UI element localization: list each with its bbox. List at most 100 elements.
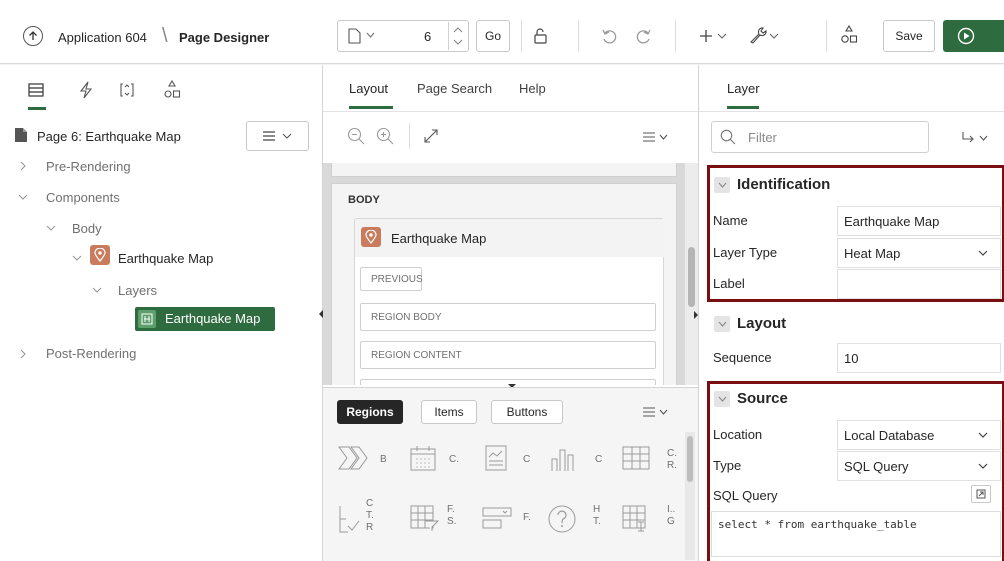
highlight-identification (707, 165, 1004, 302)
breadcrumb-separator: \ (162, 25, 168, 47)
help-text-icon[interactable] (547, 504, 577, 534)
sequence-field[interactable]: 10 (837, 343, 1001, 373)
divider (323, 111, 698, 112)
tree-node-earthquake-map-region[interactable]: Earthquake Map (118, 251, 213, 266)
wrench-menu-icon[interactable] (748, 25, 780, 45)
go-button[interactable]: Go (476, 20, 510, 52)
gallery-item-label: F. (523, 512, 531, 523)
faceted-search-icon[interactable] (409, 504, 439, 532)
top-toolbar: Application 604 \ Page Designer 6 Go Sav… (0, 0, 1004, 64)
active-tab-indicator (349, 106, 393, 109)
page-menu-button[interactable] (246, 121, 309, 151)
zoom-in-icon[interactable] (376, 127, 394, 145)
go-to-group-icon[interactable] (961, 131, 991, 145)
section-layout-title[interactable]: Layout (737, 315, 786, 332)
divider (826, 20, 827, 52)
gallery-item-label: C (595, 454, 603, 465)
interactive-grid-icon[interactable] (621, 504, 651, 532)
sequence-label: Sequence (713, 350, 772, 365)
tree-node-layers[interactable]: Layers (118, 283, 157, 298)
gallery-item-label: B (380, 454, 387, 465)
save-button[interactable]: Save (883, 20, 935, 52)
checklist-icon[interactable] (337, 504, 361, 534)
scrollbar-thumb[interactable] (687, 436, 693, 482)
run-page-button[interactable] (943, 20, 1004, 52)
chevron-down-icon[interactable] (46, 225, 56, 232)
chevron-down-icon[interactable] (18, 194, 28, 201)
dynamic-actions-tab-icon[interactable] (79, 81, 93, 99)
tree-node-post-rendering[interactable]: Post-Rendering (46, 346, 136, 361)
region-card[interactable]: Earthquake Map PREVIOUS REGION BODY REGI… (354, 218, 665, 385)
chevron-right-icon[interactable] (20, 349, 27, 359)
undo-icon[interactable] (600, 26, 620, 46)
slot-region-body[interactable]: REGION BODY (360, 303, 656, 331)
card-icon[interactable] (483, 444, 509, 472)
tree-node-pre-rendering[interactable]: Pre-Rendering (46, 159, 131, 174)
processing-tab-icon[interactable] (118, 81, 136, 99)
chevron-down-icon[interactable] (92, 287, 102, 294)
layout-menu-icon[interactable] (641, 131, 669, 143)
calendar-icon[interactable] (409, 444, 437, 472)
page-title[interactable]: Page 6: Earthquake Map (37, 129, 181, 144)
breadcrumb-application[interactable]: Application 604 (58, 30, 147, 45)
tree-node-body[interactable]: Body (72, 221, 102, 236)
tab-layout[interactable]: Layout (349, 81, 388, 96)
filter-input[interactable]: Filter (711, 121, 929, 153)
tab-page-search[interactable]: Page Search (417, 81, 492, 96)
active-tab-indicator (727, 106, 759, 109)
page-icon (14, 127, 28, 143)
tab-help[interactable]: Help (519, 81, 546, 96)
page-stepper[interactable] (448, 22, 466, 50)
gallery-item-label: S. (447, 516, 457, 527)
divider (675, 20, 676, 52)
divider (409, 123, 410, 149)
active-tab-indicator (28, 107, 46, 110)
search-icon (720, 129, 736, 145)
divider (578, 20, 579, 52)
chart-icon[interactable] (549, 444, 579, 472)
gallery-item-label: C (366, 498, 374, 509)
divider (521, 20, 522, 52)
scrollbar-thumb[interactable] (688, 247, 695, 307)
collapse-section-icon[interactable] (714, 316, 730, 332)
body-slot[interactable]: BODY Earthquake Map PREVIOUS REGION BODY… (331, 183, 677, 385)
gallery-item-label: T. (366, 510, 374, 521)
selected-layer-label: Earthquake Map (165, 311, 261, 326)
add-menu-icon[interactable] (700, 28, 730, 44)
up-arrow-icon[interactable] (23, 26, 43, 46)
shared-components-icon[interactable] (838, 24, 860, 46)
unlock-icon[interactable] (530, 26, 550, 46)
slot-previous[interactable]: PREVIOUS (360, 267, 423, 291)
region-title: Earthquake Map (391, 231, 487, 246)
rendering-tab-icon[interactable] (28, 83, 44, 97)
chevron-down-icon[interactable] (72, 255, 82, 262)
tab-layer[interactable]: Layer (727, 81, 760, 96)
page-icon[interactable] (348, 28, 361, 44)
breadcrumb-region-icon[interactable] (337, 445, 371, 471)
tree-node-components[interactable]: Components (46, 190, 120, 205)
gallery-item-label: R. (667, 460, 677, 471)
classic-report-icon[interactable] (621, 445, 651, 471)
gallery-tab-regions[interactable]: Regions (337, 400, 403, 424)
gallery-item-label: T. (593, 516, 601, 527)
chevron-right-icon[interactable] (20, 161, 27, 171)
tree-node-earthquake-map-layer[interactable]: Earthquake Map (135, 307, 275, 331)
redo-icon[interactable] (633, 26, 653, 46)
page-number-input[interactable]: 6 (424, 29, 431, 44)
expand-icon[interactable] (423, 128, 439, 144)
gallery-menu-icon[interactable] (641, 406, 669, 418)
gallery-tab-buttons[interactable]: Buttons (491, 400, 563, 424)
gallery-scrollbar[interactable] (685, 432, 695, 560)
filter-placeholder: Filter (748, 130, 777, 145)
rendering-tree-panel: Page 6: Earthquake Map Pre-Rendering Com… (0, 65, 323, 561)
gallery-tab-items[interactable]: Items (421, 400, 477, 424)
shared-components-tab-icon[interactable] (162, 80, 182, 100)
divider (699, 111, 1004, 112)
chevron-down-icon[interactable] (366, 32, 375, 38)
slot-region-content[interactable]: REGION CONTENT (360, 341, 656, 369)
canvas-scrollbar[interactable] (685, 163, 698, 385)
previous-region-edge (331, 163, 677, 177)
zoom-out-icon[interactable] (347, 127, 365, 145)
form-icon[interactable] (481, 506, 513, 532)
map-region-icon (361, 227, 381, 247)
